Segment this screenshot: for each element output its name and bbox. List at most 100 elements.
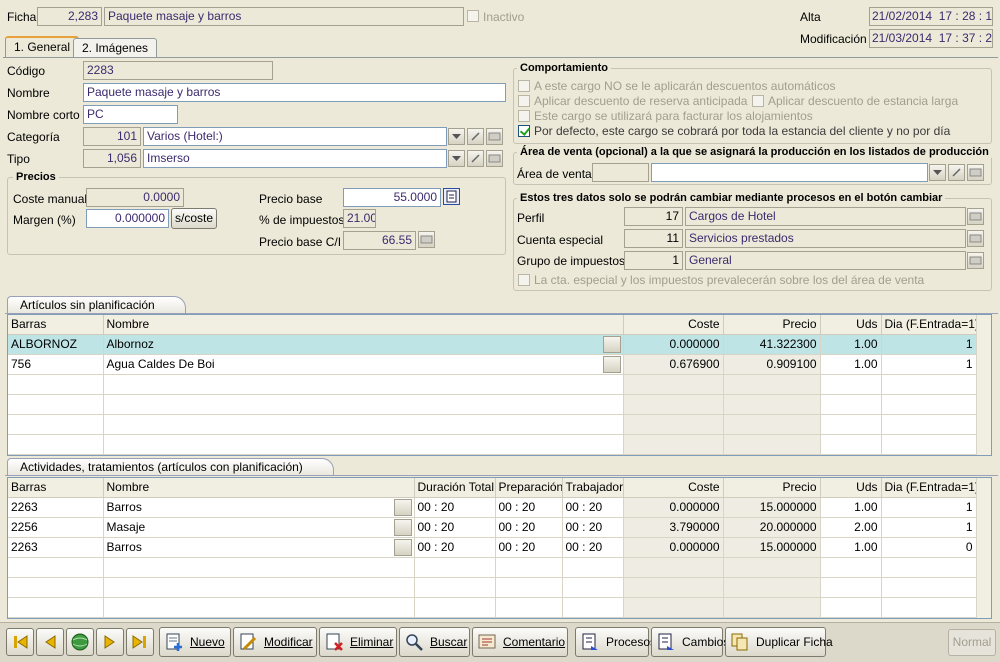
cell-preparacion[interactable]: 00 : 20 [495, 537, 563, 558]
cell-dia[interactable]: 1 [881, 517, 977, 538]
cell-coste[interactable] [623, 577, 724, 598]
cell-precio[interactable] [723, 577, 821, 598]
table-row[interactable]: 2263 Barros 00 : 20 00 : 20 00 : 20 0.000000 1… [8, 497, 977, 518]
nombre-corto-input[interactable]: PC [83, 105, 178, 124]
cell-precio[interactable]: 41.322300 [723, 334, 821, 355]
area-venta-dropdown-button[interactable] [929, 164, 946, 181]
cell-preparacion[interactable]: 00 : 20 [495, 517, 563, 538]
card-icon[interactable] [393, 518, 412, 536]
cell-trabajador[interactable]: 00 : 20 [562, 517, 624, 538]
tab-general[interactable]: 1. General [5, 36, 80, 58]
cell-nombre[interactable] [103, 597, 415, 618]
cell-duracion[interactable]: 00 : 20 [414, 537, 496, 558]
precio-base-calc-button[interactable] [443, 188, 460, 205]
refresh-button[interactable] [66, 628, 94, 656]
cell-nombre[interactable]: Albornoz [103, 334, 624, 355]
col-barras[interactable]: Barras [8, 315, 104, 335]
cell-uds[interactable]: 1.00 [820, 537, 882, 558]
nombre-input[interactable]: Paquete masaje y barros [83, 83, 506, 102]
cell-uds[interactable]: 1.00 [820, 334, 882, 355]
table-row[interactable]: 756 Agua Caldes De Boi 0.676900 0.909100… [8, 354, 977, 375]
cell-dia[interactable] [881, 597, 977, 618]
cell-coste[interactable]: 0.000000 [623, 537, 724, 558]
area-venta-select[interactable] [651, 163, 928, 182]
cell-preparacion[interactable] [495, 557, 563, 578]
categoria-lookup-button[interactable] [486, 128, 503, 145]
margen-input[interactable]: 0.000000 [86, 209, 169, 228]
cell-coste[interactable] [623, 557, 724, 578]
cell-barras[interactable]: 2256 [8, 517, 104, 538]
cell-dia[interactable] [881, 557, 977, 578]
table-row[interactable]: 2256 Masaje 00 : 20 00 : 20 00 : 20 3.790000 2… [8, 517, 977, 538]
cell-trabajador[interactable]: 00 : 20 [562, 497, 624, 518]
cell-coste[interactable] [623, 597, 724, 618]
prevalecer-checkbox[interactable] [518, 274, 530, 286]
cell-duracion[interactable]: 00 : 20 [414, 517, 496, 538]
cell-barras[interactable] [8, 597, 104, 618]
area-venta-lookup-button[interactable] [967, 164, 984, 181]
cell-nombre[interactable] [103, 557, 415, 578]
estancia-larga-checkbox[interactable] [752, 95, 764, 107]
col-nombre[interactable]: Nombre [103, 478, 415, 498]
cell-uds[interactable] [820, 577, 882, 598]
col-uds[interactable]: Uds [820, 478, 882, 498]
cell-dia[interactable] [881, 577, 977, 598]
tipo-dropdown-button[interactable] [448, 150, 465, 167]
cell-uds[interactable]: 1.00 [820, 354, 882, 375]
cell-uds[interactable]: 2.00 [820, 517, 882, 538]
cell-trabajador[interactable] [562, 577, 624, 598]
card-icon[interactable] [602, 335, 621, 353]
first-record-button[interactable] [6, 628, 34, 656]
cell-dia[interactable]: 1 [881, 497, 977, 518]
card-icon[interactable] [602, 355, 621, 373]
col-coste[interactable]: Coste [623, 315, 724, 335]
cell-uds[interactable]: 1.00 [820, 497, 882, 518]
col-precio[interactable]: Precio [723, 315, 821, 335]
col-precio[interactable]: Precio [723, 478, 821, 498]
cell-duracion[interactable] [414, 577, 496, 598]
nuevo-button[interactable]: Nuevo [159, 627, 231, 657]
categoria-select[interactable]: Varios (Hotel:) [143, 127, 447, 146]
cell-barras[interactable] [8, 577, 104, 598]
col-preparacion[interactable]: Preparación [495, 478, 563, 498]
cell-precio[interactable]: 0.909100 [723, 354, 821, 375]
no-descuentos-checkbox[interactable] [518, 80, 530, 92]
cell-nombre[interactable]: Barros [103, 497, 415, 518]
cell-coste[interactable]: 0.000000 [623, 334, 724, 355]
table-row[interactable] [8, 577, 977, 598]
table-row[interactable] [8, 394, 977, 415]
cell-precio[interactable] [723, 597, 821, 618]
cell-trabajador[interactable] [562, 597, 624, 618]
grupo-impuestos-button[interactable] [967, 252, 984, 269]
alojamientos-checkbox[interactable] [518, 110, 530, 122]
duplicar-ficha-button[interactable]: Duplicar Ficha [725, 627, 833, 657]
card-icon[interactable] [393, 498, 412, 516]
cambios-button[interactable]: Cambios [651, 627, 729, 657]
cell-barras[interactable]: 2263 [8, 537, 104, 558]
cell-preparacion[interactable]: 00 : 20 [495, 497, 563, 518]
procesos-button[interactable]: Procesos [575, 627, 656, 657]
area-venta-edit-button[interactable] [948, 164, 965, 181]
cell-precio[interactable] [723, 557, 821, 578]
col-barras[interactable]: Barras [8, 478, 104, 498]
col-nombre[interactable]: Nombre [103, 315, 624, 335]
cell-duracion[interactable] [414, 597, 496, 618]
cell-coste[interactable]: 3.790000 [623, 517, 724, 538]
cell-precio[interactable]: 20.000000 [723, 517, 821, 538]
col-duracion[interactable]: Duración Total [414, 478, 496, 498]
cell-preparacion[interactable] [495, 597, 563, 618]
precio-base-input[interactable]: 55.0000 [343, 188, 441, 207]
table-row[interactable] [8, 597, 977, 618]
col-coste[interactable]: Coste [623, 478, 724, 498]
buscar-button[interactable]: Buscar [399, 627, 470, 657]
cell-trabajador[interactable] [562, 557, 624, 578]
col-trabajador[interactable]: Trabajador [562, 478, 624, 498]
cell-nombre[interactable]: Agua Caldes De Boi [103, 354, 624, 375]
cell-duracion[interactable] [414, 557, 496, 578]
cell-precio[interactable]: 15.000000 [723, 537, 821, 558]
sin-planificacion-scrollbar[interactable] [976, 315, 991, 455]
table-row[interactable]: 2263 Barros 00 : 20 00 : 20 00 : 20 0.000000 1… [8, 537, 977, 558]
eliminar-button[interactable]: Eliminar [319, 627, 397, 657]
last-record-button[interactable] [126, 628, 154, 656]
previous-record-button[interactable] [36, 628, 64, 656]
